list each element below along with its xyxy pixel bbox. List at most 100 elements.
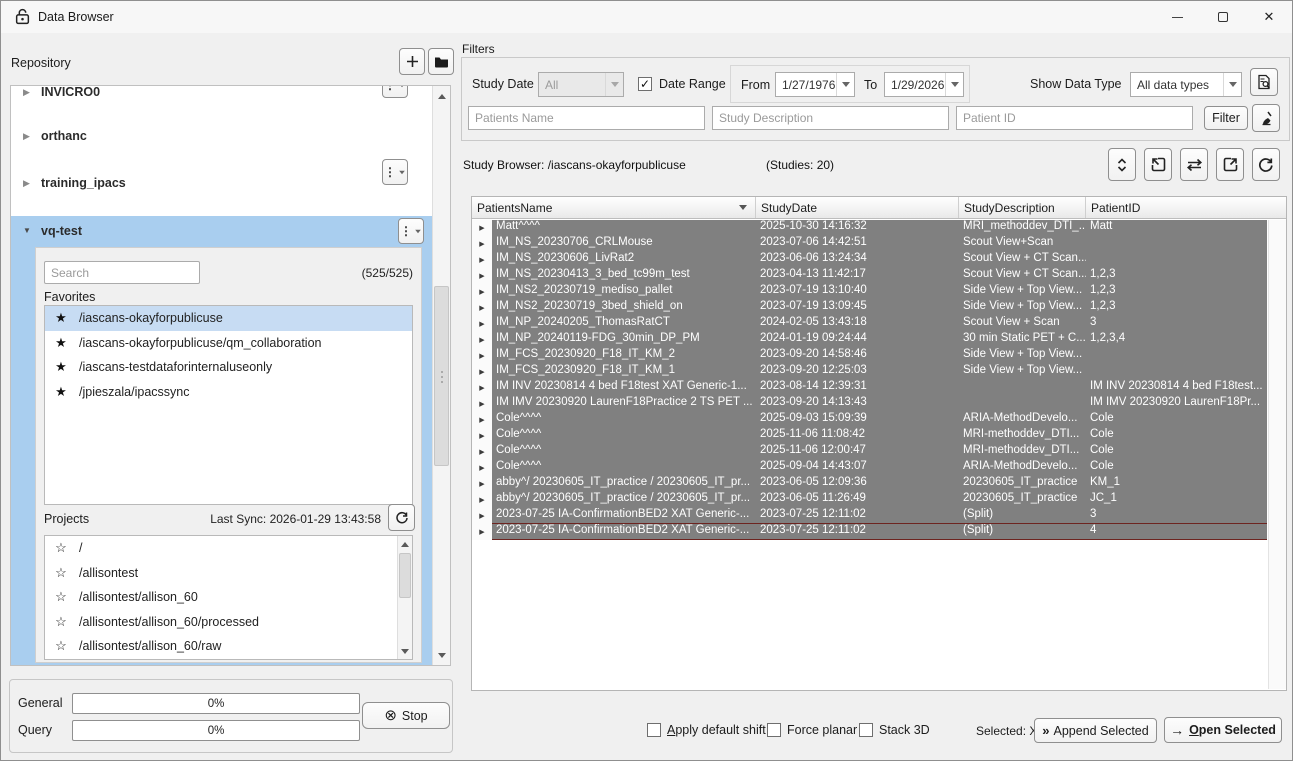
favorite-star-icon[interactable]: ★	[53, 359, 69, 375]
row-expander-icon[interactable]: ▶	[472, 364, 492, 380]
refresh-button[interactable]	[1252, 148, 1280, 181]
favorite-star-outline-icon[interactable]: ☆	[53, 589, 69, 605]
favorite-item[interactable]: ★/iascans-testdataforinternaluseonly	[45, 355, 412, 380]
column-header-studydate[interactable]: StudyDate	[756, 197, 959, 218]
table-row[interactable]: ▶IM_NS_20230706_CRLMouse2023-07-06 14:42…	[472, 236, 1267, 252]
row-expander-icon[interactable]: ▶	[472, 236, 492, 252]
table-scrollbar[interactable]	[1268, 220, 1286, 689]
scrollbar-thumb[interactable]	[399, 553, 411, 598]
open-folder-button[interactable]	[428, 48, 454, 75]
row-expander-icon[interactable]: ▶	[472, 348, 492, 364]
project-item[interactable]: ☆/	[45, 536, 397, 561]
close-button[interactable]: ✕	[1246, 1, 1292, 33]
tree-item-training-ipacs[interactable]: ▶ training_ipacs ⋮	[11, 169, 434, 197]
study-description-input[interactable]	[712, 106, 949, 130]
row-expander-icon[interactable]: ▶	[472, 428, 492, 444]
favorite-item[interactable]: ★/iascans-okayforpublicuse	[45, 306, 412, 331]
table-row[interactable]: ▶2023-07-25 IA-ConfirmationBED2 XAT Gene…	[472, 524, 1267, 540]
table-row[interactable]: ▶IM_FCS_20230920_F18_IT_KM_22023-09-20 1…	[472, 348, 1267, 364]
table-row[interactable]: ▶IM_NS2_20230719_mediso_pallet2023-07-19…	[472, 284, 1267, 300]
tree-item-vq-test[interactable]: ▼ vq-test ⋮	[11, 216, 432, 245]
find-data-button[interactable]	[1250, 68, 1278, 96]
table-row[interactable]: ▶IM_NP_20240119-FDG_30min_DP_PM2024-01-1…	[472, 332, 1267, 348]
collapsed-arrow-icon[interactable]: ▶	[23, 178, 35, 189]
table-row[interactable]: ▶IM_FCS_20230920_F18_IT_KM_12023-09-20 1…	[472, 364, 1267, 380]
export-button[interactable]	[1216, 148, 1244, 181]
row-expander-icon[interactable]: ▶	[472, 300, 492, 316]
maximize-button[interactable]	[1200, 1, 1246, 33]
favorite-star-outline-icon[interactable]: ☆	[53, 614, 69, 630]
scroll-up-icon[interactable]	[433, 88, 450, 104]
column-header-patientid[interactable]: PatientID	[1086, 197, 1286, 218]
expand-collapse-button[interactable]	[1108, 148, 1136, 181]
import-button[interactable]	[1144, 148, 1172, 181]
collapsed-arrow-icon[interactable]: ▶	[23, 87, 35, 98]
favorite-star-icon[interactable]: ★	[53, 310, 69, 326]
expanded-arrow-icon[interactable]: ▼	[23, 226, 35, 235]
column-header-patientsname[interactable]: PatientsName	[472, 197, 756, 218]
from-date-dropdown[interactable]: 1/27/1976	[775, 72, 855, 97]
project-item[interactable]: ☆/allisontest/allison_jo_10	[45, 659, 397, 661]
projects-scrollbar[interactable]	[397, 536, 412, 659]
stop-button[interactable]: ⊗ Stop	[362, 702, 450, 729]
table-row[interactable]: ▶Cole^^^^2025-11-06 11:08:42MRI-methodde…	[472, 428, 1267, 444]
append-selected-button[interactable]: » Append Selected	[1034, 718, 1157, 743]
favorite-star-icon[interactable]: ★	[53, 384, 69, 400]
row-expander-icon[interactable]: ▶	[472, 268, 492, 284]
project-item[interactable]: ☆/allisontest/allison_60	[45, 585, 397, 610]
row-expander-icon[interactable]: ▶	[472, 476, 492, 492]
open-selected-button[interactable]: → Open Selected	[1164, 717, 1282, 743]
table-row[interactable]: ▶abby^/ 20230605_IT_practice / 20230605_…	[472, 476, 1267, 492]
favorite-star-outline-icon[interactable]: ☆	[53, 638, 69, 654]
collapsed-arrow-icon[interactable]: ▶	[23, 131, 35, 142]
clear-filters-button[interactable]	[1252, 104, 1280, 132]
project-item[interactable]: ☆/allisontest/allison_60/processed	[45, 610, 397, 635]
date-range-checkbox[interactable]: ✓	[638, 77, 652, 91]
stack-3d-checkbox[interactable]	[859, 723, 873, 737]
table-row[interactable]: ▶IM_NP_20240205_ThomasRatCT2024-02-05 13…	[472, 316, 1267, 332]
row-expander-icon[interactable]: ▶	[472, 412, 492, 428]
add-repository-button[interactable]	[399, 48, 425, 75]
row-expander-icon[interactable]: ▶	[472, 284, 492, 300]
to-date-dropdown[interactable]: 1/29/2026	[884, 72, 964, 97]
row-expander-icon[interactable]: ▶	[472, 492, 492, 508]
row-expander-icon[interactable]: ▶	[472, 396, 492, 412]
row-expander-icon[interactable]: ▶	[472, 508, 492, 524]
minimize-button[interactable]	[1154, 1, 1200, 33]
force-planar-checkbox[interactable]	[767, 723, 781, 737]
filter-button[interactable]: Filter	[1204, 106, 1248, 130]
scroll-down-icon[interactable]	[398, 643, 412, 659]
table-row[interactable]: ▶IM_NS_20230413_3_bed_tc99m_test2023-04-…	[472, 268, 1267, 284]
show-data-type-dropdown[interactable]: All data types	[1130, 72, 1242, 97]
table-row[interactable]: ▶Cole^^^^2025-11-06 12:00:47MRI-methodde…	[472, 444, 1267, 460]
table-row[interactable]: ▶IM_NS_20230606_LivRat22023-06-06 13:24:…	[472, 252, 1267, 268]
patient-id-input[interactable]	[956, 106, 1193, 130]
scroll-up-icon[interactable]	[398, 536, 412, 552]
table-row[interactable]: ▶Matt^^^^2025-10-30 14:16:32MRI_methodde…	[472, 220, 1267, 236]
row-expander-icon[interactable]: ▶	[472, 460, 492, 476]
favorite-item[interactable]: ★/iascans-okayforpublicuse/qm_collaborat…	[45, 331, 412, 356]
tree-item-invicro[interactable]: ▶ INVICRO0 ⋮	[11, 85, 434, 106]
study-date-dropdown[interactable]: All	[538, 72, 624, 97]
tree-item-menu-button[interactable]: ⋮	[382, 85, 408, 98]
favorite-star-outline-icon[interactable]: ☆	[53, 540, 69, 556]
table-row[interactable]: ▶Cole^^^^2025-09-04 14:43:07ARIA-MethodD…	[472, 460, 1267, 476]
table-row[interactable]: ▶IM IMV 20230920 LaurenF18Practice 2 TS …	[472, 396, 1267, 412]
row-expander-icon[interactable]: ▶	[472, 316, 492, 332]
table-row[interactable]: ▶abby^/ 20230605_IT_practice / 20230605_…	[472, 492, 1267, 508]
project-item[interactable]: ☆/allisontest	[45, 561, 397, 586]
row-expander-icon[interactable]: ▶	[472, 252, 492, 268]
table-row[interactable]: ▶2023-07-25 IA-ConfirmationBED2 XAT Gene…	[472, 508, 1267, 524]
filter-arrow-icon[interactable]	[739, 205, 747, 210]
swap-button[interactable]	[1180, 148, 1208, 181]
tree-item-menu-button[interactable]: ⋮	[398, 218, 424, 244]
table-row[interactable]: ▶IM INV 20230814 4 bed F18test XAT Gener…	[472, 380, 1267, 396]
tree-scrollbar[interactable]	[432, 86, 450, 665]
favorite-star-icon[interactable]: ★	[53, 335, 69, 351]
scroll-down-icon[interactable]	[433, 647, 450, 663]
patients-name-input[interactable]	[468, 106, 705, 130]
search-input[interactable]	[44, 261, 200, 284]
project-item[interactable]: ☆/allisontest/allison_60/raw	[45, 634, 397, 659]
table-row[interactable]: ▶IM_NS2_20230719_3bed_shield_on2023-07-1…	[472, 300, 1267, 316]
row-expander-icon[interactable]: ▶	[472, 444, 492, 460]
